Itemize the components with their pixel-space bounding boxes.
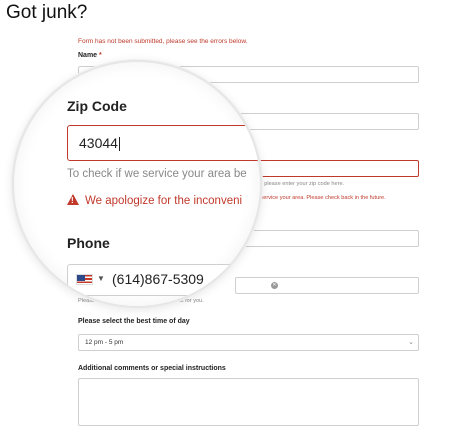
chevron-down-icon: ⌄: [408, 339, 414, 346]
address-input[interactable]: [235, 113, 419, 130]
warning-icon: !: [67, 194, 79, 205]
phone-value: (614)867-5309: [112, 271, 204, 287]
clear-icon[interactable]: ✕: [271, 282, 278, 289]
phone-label-magnified: Phone: [67, 235, 110, 251]
form-error-banner: Form has not been submitted, please see …: [78, 38, 248, 45]
name-label: Name *: [78, 52, 102, 59]
zip-input[interactable]: [235, 160, 419, 177]
zip-error-magnified: ! We apologize for the inconveni: [67, 194, 242, 207]
email-input[interactable]: [235, 230, 419, 247]
zip-help-magnified: To check if we service your area be: [67, 168, 247, 180]
comments-textarea[interactable]: [78, 378, 419, 426]
text-cursor: [118, 137, 120, 152]
zip-label-magnified: Zip Code: [67, 98, 127, 114]
country-dropdown-icon[interactable]: ▼: [97, 274, 105, 283]
best-time-label: Please select the best time of day: [78, 318, 190, 325]
zip-value: 43044: [79, 135, 118, 151]
magnifier-lens: Zip Code 43044 To check if we service yo…: [12, 60, 262, 308]
us-flag-icon: [76, 274, 93, 285]
best-time-select[interactable]: 12 pm - 5 pm ⌄: [78, 334, 419, 351]
comments-label: Additional comments or special instructi…: [78, 365, 226, 372]
phone-input-magnified[interactable]: ▼ (614)867-5309: [67, 264, 260, 296]
zip-error-text: r service your area. Please check back i…: [257, 195, 386, 201]
required-mark: *: [99, 52, 102, 59]
best-time-value: 12 pm - 5 pm: [85, 339, 124, 346]
phone-input[interactable]: [235, 277, 419, 294]
zip-input-magnified[interactable]: 43044: [67, 125, 260, 161]
zip-help-text: n, please enter your zip code here.: [258, 181, 345, 187]
